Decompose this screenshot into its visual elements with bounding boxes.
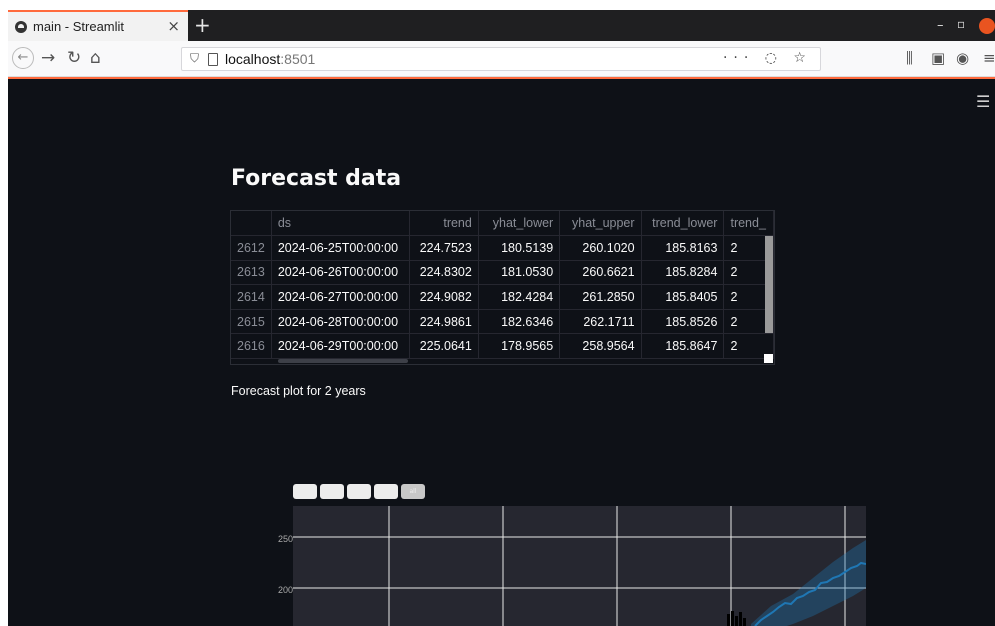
sidebar-icon[interactable]: ▣ <box>931 49 945 67</box>
forecast-table: ds trend yhat_lower yhat_upper trend_low… <box>231 211 774 360</box>
table-row: 2616 2024-06-29T00:00:00 225.0641 178.95… <box>231 333 774 360</box>
library-icon[interactable]: ⫼ <box>906 49 913 67</box>
tab-bar: main - Streamlit × + – ▫ <box>8 10 995 41</box>
data-point <box>743 618 746 626</box>
tab-title: main - Streamlit <box>33 19 125 34</box>
plot-caption: Forecast plot for 2 years <box>231 384 366 398</box>
streamlit-app: ☰ Forecast data ds trend yhat_lower yhat… <box>8 79 995 626</box>
app-menu-icon[interactable]: ☰ <box>976 92 990 111</box>
range-selector: all <box>293 484 425 499</box>
page-title: Forecast data <box>231 166 402 191</box>
data-point <box>731 611 734 626</box>
range-button-all[interactable]: all <box>401 484 425 499</box>
table-cell: 261.2850 <box>559 284 642 310</box>
forecast-plot[interactable] <box>293 506 867 626</box>
url-text[interactable]: localhost:8501 <box>225 51 315 67</box>
navigation-bar: ← → ↻ ⌂ ⛉ localhost:8501 ··· ◌ ☆ ⫼ ▣ ◉ ≡ <box>8 41 995 77</box>
y-tick-label: 200 <box>278 585 294 595</box>
uncertainty-band <box>751 540 866 626</box>
table-cell: 185.8647 <box>641 333 725 360</box>
column-header[interactable]: trend_ <box>723 211 774 237</box>
row-index: 2616 <box>231 333 272 360</box>
account-icon[interactable]: ◉ <box>956 49 969 67</box>
table-cell: 2024-06-26T00:00:00 <box>271 260 411 286</box>
table-header-row: ds trend yhat_lower yhat_upper trend_low… <box>231 211 774 237</box>
vertical-scrollbar[interactable] <box>765 236 773 333</box>
data-point <box>739 612 742 626</box>
home-icon[interactable]: ⌂ <box>90 49 101 67</box>
new-tab-button[interactable]: + <box>194 13 211 37</box>
y-tick-label: 250 <box>278 534 294 544</box>
index-header <box>231 211 272 237</box>
observed-points <box>727 611 746 626</box>
table-cell: 181.0530 <box>478 260 561 286</box>
row-index: 2613 <box>231 260 272 286</box>
table-cell: 2024-06-25T00:00:00 <box>271 235 411 261</box>
column-header[interactable]: ds <box>271 211 411 237</box>
table-cell: 224.7523 <box>409 235 479 261</box>
table-cell: 182.6346 <box>478 309 561 335</box>
table-cell: 185.8163 <box>641 235 725 261</box>
table-cell: 185.8284 <box>641 260 725 286</box>
reload-icon[interactable]: ↻ <box>67 49 81 67</box>
table-cell: 260.1020 <box>559 235 642 261</box>
table-cell: 185.8405 <box>641 284 725 310</box>
forecast-dataframe[interactable]: ds trend yhat_lower yhat_upper trend_low… <box>230 210 775 365</box>
back-icon[interactable]: ← <box>12 47 34 69</box>
forward-icon[interactable]: → <box>41 49 55 67</box>
column-header[interactable]: trend <box>409 211 479 237</box>
browser-window: main - Streamlit × + – ▫ ← → ↻ ⌂ ⛉ local… <box>8 10 995 626</box>
table-cell: 182.4284 <box>478 284 561 310</box>
maximize-icon[interactable]: ▫ <box>957 17 965 31</box>
column-header[interactable]: yhat_lower <box>478 211 561 237</box>
page-info-icon[interactable] <box>208 53 218 66</box>
row-index: 2615 <box>231 309 272 335</box>
table-cell: 185.8526 <box>641 309 725 335</box>
url-bar[interactable]: ⛉ localhost:8501 ··· ◌ ☆ <box>181 47 821 71</box>
tab-close-icon[interactable]: × <box>167 17 180 35</box>
table-cell: 262.1711 <box>559 309 642 335</box>
range-button[interactable] <box>374 484 398 499</box>
row-index: 2614 <box>231 284 272 310</box>
table-cell: 225.0641 <box>409 333 479 360</box>
forecast-plot-svg <box>293 506 867 626</box>
url-actions-icons[interactable]: ··· ◌ ☆ <box>723 50 812 66</box>
url-host: localhost <box>225 51 281 67</box>
row-index: 2612 <box>231 235 272 261</box>
table-row: 2612 2024-06-25T00:00:00 224.7523 180.51… <box>231 235 774 261</box>
table-cell: 2024-06-29T00:00:00 <box>271 333 411 360</box>
column-header[interactable]: trend_lower <box>641 211 725 237</box>
menu-icon[interactable]: ≡ <box>983 49 995 67</box>
table-row: 2613 2024-06-26T00:00:00 224.8302 181.05… <box>231 260 774 286</box>
minimize-icon[interactable]: – <box>937 18 944 33</box>
range-button[interactable] <box>347 484 371 499</box>
table-cell: 178.9565 <box>478 333 561 360</box>
table-cell: 258.9564 <box>559 333 642 360</box>
table-row: 2614 2024-06-27T00:00:00 224.9082 182.42… <box>231 284 774 310</box>
table-cell: 224.9082 <box>409 284 479 310</box>
streamlit-favicon-icon <box>15 20 27 33</box>
table-cell: 224.8302 <box>409 260 479 286</box>
table-cell: 180.5139 <box>478 235 561 261</box>
table-row: 2615 2024-06-28T00:00:00 224.9861 182.63… <box>231 309 774 335</box>
data-point <box>727 614 730 626</box>
horizontal-scrollbar[interactable] <box>278 359 408 363</box>
url-port: :8501 <box>280 51 316 67</box>
window-close-icon[interactable] <box>979 18 995 34</box>
data-point <box>735 616 738 626</box>
table-cell: 224.9861 <box>409 309 479 335</box>
range-button[interactable] <box>293 484 317 499</box>
scroll-corner <box>764 354 773 363</box>
range-button[interactable] <box>320 484 344 499</box>
column-header[interactable]: yhat_upper <box>559 211 642 237</box>
shield-icon[interactable]: ⛉ <box>190 51 199 66</box>
browser-tab[interactable]: main - Streamlit × <box>8 10 188 41</box>
table-cell: 2024-06-27T00:00:00 <box>271 284 411 310</box>
table-cell: 2024-06-28T00:00:00 <box>271 309 411 335</box>
table-cell: 260.6621 <box>559 260 642 286</box>
